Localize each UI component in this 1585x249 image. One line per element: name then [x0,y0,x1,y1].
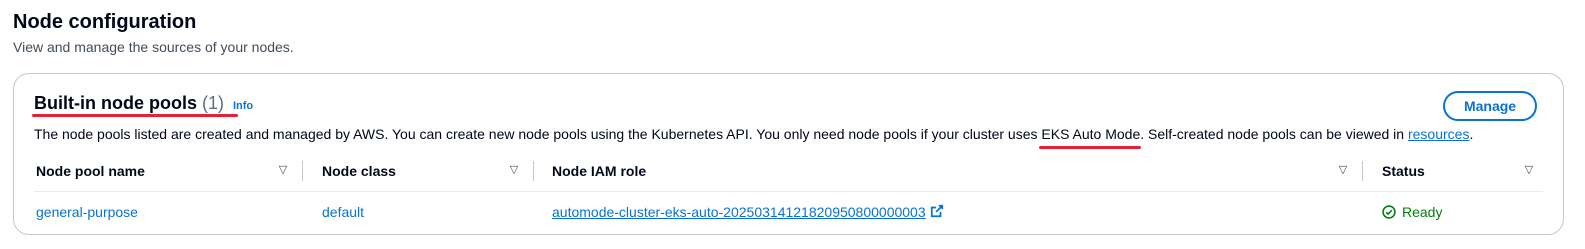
check-circle-icon [1382,205,1396,219]
node-pool-name-link[interactable]: general-purpose [36,203,138,221]
column-divider[interactable] [533,161,534,181]
node-class-link[interactable]: default [322,203,364,221]
column-divider[interactable] [302,161,303,181]
eks-auto-mode-annotation-underline [1039,146,1141,149]
page-description: View and manage the sources of your node… [13,39,294,55]
column-header-node-iam-role[interactable]: Node IAM role [552,162,646,180]
card-header: Built-in node pools (1) Info [34,91,253,115]
column-divider[interactable] [1362,161,1363,181]
node-iam-role-link[interactable]: automode-cluster-eks-auto-20250314121820… [552,204,926,220]
status-label: Ready [1402,204,1443,220]
sort-caret-down-icon[interactable]: ▽ [1522,163,1536,177]
resources-link[interactable]: resources [1408,126,1469,142]
status-badge: Ready [1382,203,1442,221]
row-divider [34,191,1543,192]
sort-caret-down-icon[interactable]: ▽ [507,163,521,177]
card-count: (1) [201,93,224,113]
page-title: Node configuration [13,11,197,33]
column-header-status[interactable]: Status [1382,162,1425,180]
built-in-node-pools-container: Built-in node pools (1) Info Manage The … [13,73,1564,235]
sort-caret-down-icon[interactable]: ▽ [1336,163,1350,177]
table-header-row: Node pool name ▽ Node class ▽ Node IAM r… [14,158,1563,184]
eks-auto-mode-text: EKS Auto Mode [1041,126,1141,142]
title-annotation-underline [32,114,238,117]
card-description: The node pools listed are created and ma… [34,126,1474,142]
column-header-node-pool-name[interactable]: Node pool name [36,162,145,180]
card-title: Built-in node pools [34,93,197,113]
manage-button[interactable]: Manage [1443,91,1537,121]
node-iam-role-cell: automode-cluster-eks-auto-20250314121820… [552,203,944,222]
external-link-icon[interactable] [930,204,944,222]
sort-caret-down-icon[interactable]: ▽ [276,163,290,177]
column-header-node-class[interactable]: Node class [322,162,396,180]
info-link[interactable]: Info [233,100,253,112]
